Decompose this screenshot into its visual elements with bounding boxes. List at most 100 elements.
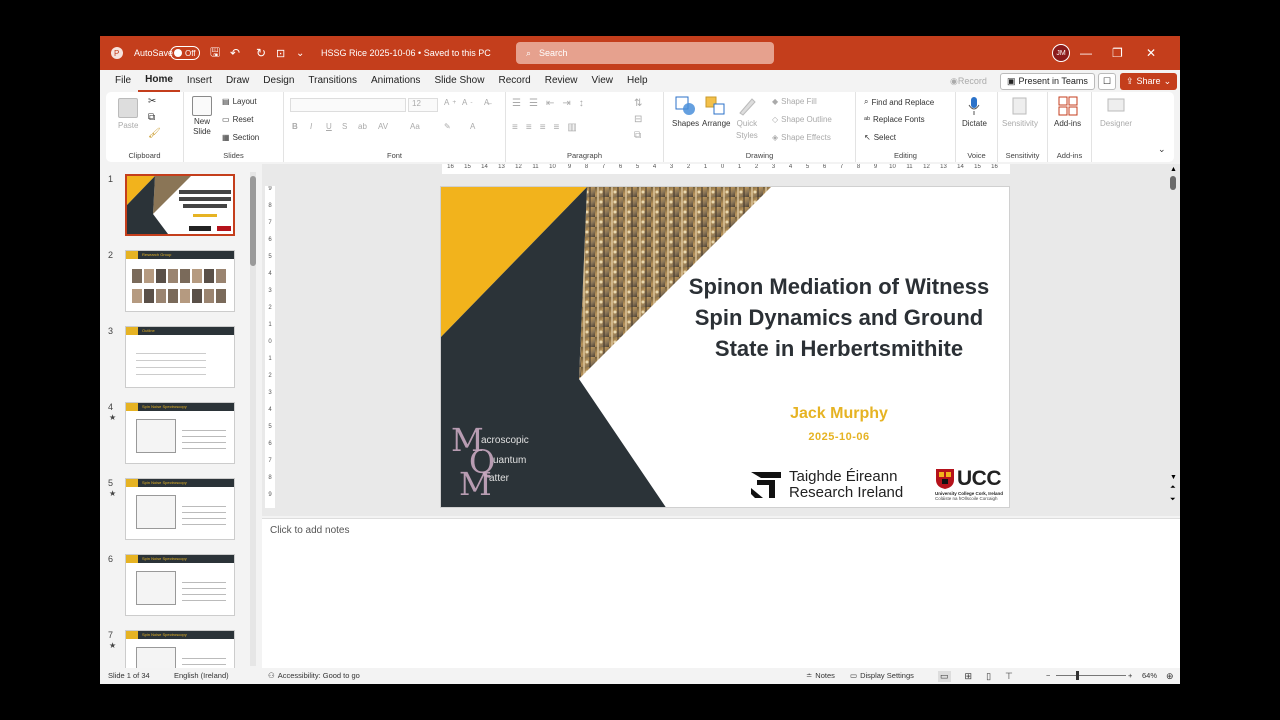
present-in-teams-button[interactable]: ▣ Present in Teams [1000,72,1095,90]
font-color-icon[interactable]: A [470,122,475,131]
record-button[interactable]: ◉ Record [950,72,987,90]
shape-outline-button[interactable]: ◇ Shape Outline [772,115,832,124]
char-spacing-icon[interactable]: AV [378,122,388,131]
slide-thumbnail[interactable] [125,174,235,236]
redo-icon[interactable]: ↻ [256,36,266,70]
designer-button[interactable]: Designer [1100,96,1132,128]
layout-button[interactable]: ▤ Layout [222,97,257,106]
slide-date[interactable]: 2025-10-06 [687,431,991,443]
notes-placeholder[interactable]: Click to add notes [270,525,350,536]
tab-design[interactable]: Design [256,70,301,92]
find-replace-button[interactable]: ⌕ Find and Replace [864,97,934,107]
close-button[interactable]: ✕ [1146,36,1180,70]
slide-thumbnail[interactable]: Spin Noise Spectroscopy [125,402,235,464]
tab-record[interactable]: Record [491,70,537,92]
shadow-icon[interactable]: S [342,122,347,131]
language-indicator[interactable]: English (Ireland) [174,671,229,680]
line-spacing-icon[interactable]: ↕ [579,98,584,109]
zoom-slider-thumb[interactable] [1076,671,1079,680]
notes-toggle[interactable]: ≐ Notes [806,671,835,680]
slideshow-view-icon[interactable]: ⊤ [1005,671,1013,682]
minimize-button[interactable]: — [1080,36,1114,70]
fit-slide-icon[interactable]: ⊕ [1166,671,1174,682]
previous-slide-icon[interactable]: ⏶ [1170,484,1176,492]
cut-icon[interactable]: ✂ [148,96,156,107]
columns-icon[interactable]: ▥ [567,122,576,133]
strikethrough-icon[interactable]: ab [358,122,367,131]
arrange-button[interactable]: Arrange [702,96,730,128]
italic-icon[interactable]: I [310,122,312,131]
addins-button[interactable]: Add-ins [1054,96,1081,128]
scroll-up-icon[interactable]: ▲ [1170,166,1177,173]
current-slide[interactable]: M Q M acroscopic uantum atter Spinon Med… [440,186,1010,508]
change-case-icon[interactable]: Aa [410,122,420,131]
slide-title[interactable]: Spinon Mediation of Witness Spin Dynamic… [687,271,991,364]
section-button[interactable]: ▦ Section [222,133,259,142]
align-text-icon[interactable]: ⊟ [634,114,642,125]
zoom-out-button[interactable]: − [1046,671,1050,680]
shrink-font-icon[interactable]: A- [462,98,473,107]
shapes-button[interactable]: Shapes [672,96,699,128]
thumbnails-scroll-thumb[interactable] [250,176,256,266]
shape-effects-button[interactable]: ◈ Shape Effects [772,133,831,142]
tab-insert[interactable]: Insert [180,70,219,92]
increase-indent-icon[interactable]: ⇥ [562,98,570,109]
grow-font-icon[interactable]: A + [444,98,456,107]
tab-animations[interactable]: Animations [364,70,427,92]
decrease-indent-icon[interactable]: ⇤ [546,98,554,109]
restore-button[interactable]: ❐ [1112,36,1146,70]
slide-thumbnail[interactable]: Spin Noise Spectroscopy [125,478,235,540]
editor-scroll-thumb[interactable] [1170,176,1176,190]
slide-thumbnail[interactable]: Spin Noise Spectroscopy [125,554,235,616]
reset-button[interactable]: ▭ Reset [222,115,253,124]
select-button[interactable]: ↖ Select [864,133,896,142]
clear-formatting-icon[interactable]: A̶ [484,98,489,107]
paste-button[interactable]: Paste [118,98,138,130]
align-center-icon[interactable]: ≡ [526,122,532,133]
normal-view-icon[interactable]: ▭ [938,671,951,682]
align-left-icon[interactable]: ≡ [512,122,518,133]
zoom-slider[interactable] [1056,671,1126,680]
shape-fill-button[interactable]: ◆ Shape Fill [772,97,817,106]
tab-transitions[interactable]: Transitions [301,70,364,92]
underline-icon[interactable]: U [326,122,332,131]
thumbnails-scrollbar[interactable] [250,172,256,666]
user-avatar[interactable]: JM [1052,36,1070,70]
new-slide-button[interactable]: New Slide [192,96,212,136]
share-button[interactable]: ⇪ Share ⌄ [1120,72,1178,90]
tab-slide-show[interactable]: Slide Show [427,70,491,92]
numbering-icon[interactable]: ☰ [529,98,538,109]
present-icon[interactable]: ⊡ [276,36,285,70]
notes-pane[interactable]: Click to add notes [262,518,1180,668]
quick-styles-button[interactable]: Quick Styles [736,96,758,140]
autosave-toggle[interactable]: Off [170,36,200,70]
customize-qat-icon[interactable]: ⌄ [296,36,304,70]
sensitivity-button[interactable]: Sensitivity [1002,96,1038,128]
collapse-ribbon-icon[interactable]: ⌄ [1158,144,1166,155]
slide-thumbnail[interactable]: Outline [125,326,235,388]
copy-icon[interactable]: ⧉ [148,112,155,123]
editor-scrollbar[interactable]: ▲ ▼ ⏶ ⏷ [1170,166,1177,512]
bold-icon[interactable]: B [292,122,298,131]
justify-icon[interactable]: ≡ [554,122,560,133]
text-direction-icon[interactable]: ⇅ [634,98,642,109]
reading-view-icon[interactable]: ▯ [986,671,991,682]
comments-button[interactable]: ☐ [1098,72,1117,90]
format-painter-icon[interactable]: 🖌 [148,128,161,139]
tab-view[interactable]: View [585,70,621,92]
slide-thumbnail[interactable]: Research Group [125,250,235,312]
highlight-icon[interactable]: ✎ [444,122,451,131]
slide-author[interactable]: Jack Murphy [687,405,991,423]
dictate-button[interactable]: Dictate [962,96,987,128]
tab-review[interactable]: Review [538,70,585,92]
display-settings-button[interactable]: ▭ Display Settings [850,671,914,680]
search-box[interactable]: ⌕ Search [516,42,774,64]
save-icon[interactable]: 🖫 [210,36,220,70]
zoom-in-button[interactable]: + [1128,671,1132,680]
replace-fonts-button[interactable]: ᵃᵇ Replace Fonts [864,115,925,124]
list-buttons[interactable]: ☰ ☰ ⇤ ⇥ ↕ [512,98,584,109]
zoom-level[interactable]: 64% [1142,671,1157,680]
slide-sorter-icon[interactable]: ⊞ [965,671,973,682]
align-right-icon[interactable]: ≡ [540,122,546,133]
undo-icon[interactable]: ↶ [230,36,240,70]
